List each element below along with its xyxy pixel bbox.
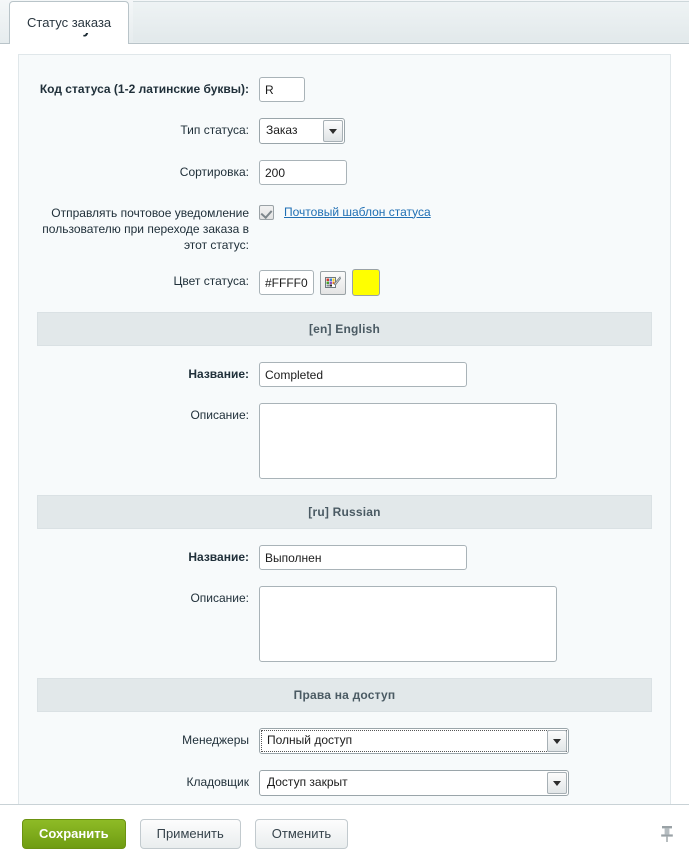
chevron-down-icon[interactable] — [323, 120, 343, 142]
tab-order-status-label: Статус заказа — [27, 15, 112, 30]
order-status-edit-screen: Статус заказа Статус заказа Код статуса … — [0, 0, 689, 862]
section-header-ru-label: [ru] Russian — [308, 505, 381, 519]
page-title-clipped: Статус заказа — [46, 33, 226, 49]
desc-ru-label: Описание: — [190, 591, 249, 605]
section-header-ru: [ru] Russian — [37, 495, 652, 529]
section-header-en-label: [en] English — [308, 322, 381, 336]
field-row-desc-en: Описание: — [19, 403, 670, 479]
field-row-status-type: Тип статуса: Заказ — [19, 118, 670, 144]
chevron-down-icon[interactable] — [547, 772, 567, 794]
field-row-sort: Сортировка: — [19, 160, 670, 185]
status-type-label: Тип статуса: — [180, 123, 249, 137]
status-form-panel: Код статуса (1-2 латинские буквы): Тип с… — [18, 54, 671, 804]
section-header-en: [en] English — [37, 312, 652, 346]
name-ru-input[interactable] — [259, 545, 467, 570]
page-title-clipped-text: Статус заказа — [46, 33, 226, 38]
name-ru-label: Название: — [188, 550, 249, 564]
field-row-storekeeper: Кладовщик Доступ закрыт — [19, 770, 670, 796]
storekeeper-select-value: Доступ закрыт — [267, 775, 348, 789]
section-header-rights-label: Права на доступ — [293, 688, 396, 702]
section-header-rights: Права на доступ — [37, 678, 652, 712]
status-color-input[interactable] — [259, 270, 314, 295]
sort-input[interactable] — [259, 160, 347, 185]
mail-notify-label: Отправлять почтовое уведомление пользова… — [42, 206, 249, 252]
color-picker-icon[interactable] — [320, 270, 346, 295]
cancel-button[interactable]: Отменить — [254, 818, 349, 849]
mail-notify-checkbox[interactable] — [259, 205, 274, 220]
storekeeper-select[interactable]: Доступ закрыт — [259, 770, 569, 796]
managers-select-value: Полный доступ — [260, 729, 568, 753]
managers-label: Менеджеры — [182, 733, 249, 747]
field-row-status-color: Цвет статуса: — [19, 269, 670, 296]
form-action-bar: Сохранить Применить Отменить — [0, 804, 689, 862]
field-row-desc-ru: Описание: — [19, 586, 670, 662]
chevron-down-icon[interactable] — [547, 730, 567, 752]
form-scroll-area[interactable]: Код статуса (1-2 латинские буквы): Тип с… — [0, 44, 689, 804]
name-en-input[interactable] — [259, 362, 467, 387]
status-color-swatch[interactable] — [352, 269, 380, 296]
status-type-select[interactable]: Заказ — [259, 118, 345, 144]
field-row-mail-notify: Отправлять почтовое уведомление пользова… — [19, 201, 670, 253]
name-en-label: Название: — [188, 367, 249, 381]
managers-select[interactable]: Полный доступ — [259, 728, 569, 754]
storekeeper-label: Кладовщик — [186, 775, 249, 789]
pin-icon[interactable] — [659, 824, 675, 844]
field-row-name-ru: Название: — [19, 545, 670, 570]
desc-en-label: Описание: — [190, 408, 249, 422]
field-row-status-code: Код статуса (1-2 латинские буквы): — [19, 77, 670, 102]
apply-button[interactable]: Применить — [139, 818, 241, 849]
desc-en-textarea[interactable] — [259, 403, 557, 479]
status-code-input[interactable] — [259, 77, 305, 102]
mail-template-link[interactable]: Почтовый шаблон статуса — [284, 205, 431, 219]
sort-label: Сортировка: — [179, 165, 249, 179]
desc-ru-textarea[interactable] — [259, 586, 557, 662]
field-row-name-en: Название: — [19, 362, 670, 387]
field-row-managers: Менеджеры Полный доступ — [19, 728, 670, 754]
save-button[interactable]: Сохранить — [22, 818, 126, 849]
status-code-label: Код статуса (1-2 латинские буквы): — [39, 82, 249, 96]
status-color-label: Цвет статуса: — [173, 274, 250, 288]
